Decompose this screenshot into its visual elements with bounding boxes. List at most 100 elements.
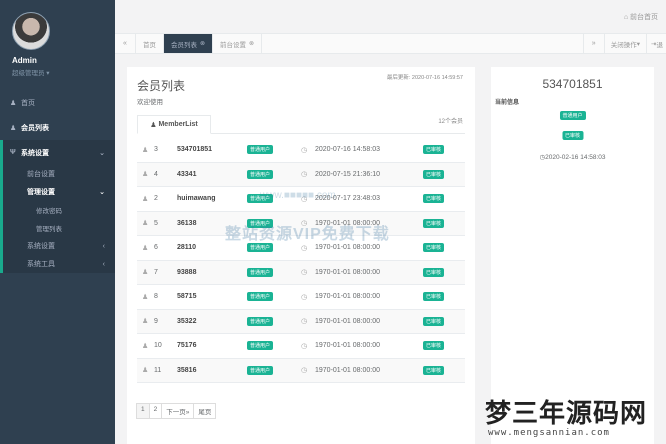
user-icon: ♟ [142, 293, 149, 301]
table-row[interactable]: ♟ 4 43341 普通用户 ◷ 2020-07-15 21:36:10 已审核 [137, 162, 465, 187]
member-id: 2 [154, 195, 158, 203]
close-operations-label: 关闭操作 [610, 41, 637, 49]
close-icon[interactable]: ⊗ [249, 40, 254, 47]
clock-icon: ◷ [301, 269, 308, 277]
status-badge[interactable]: 已审核 [423, 267, 445, 277]
status-badge[interactable]: 已审核 [423, 218, 445, 228]
member-time: 1970-01-01 08:00:00 [315, 268, 380, 276]
tab-scroll-left-button[interactable]: « [115, 34, 136, 53]
member-time: 1970-01-01 08:00:00 [315, 342, 380, 350]
member-name: 28110 [177, 244, 197, 252]
member-time: 1970-01-01 08:00:00 [315, 317, 380, 325]
table-row[interactable]: ♟ 8 58715 普通用户 ◷ 1970-01-01 08:00:00 已审核 [137, 285, 465, 310]
table-row[interactable]: ♟ 6 28110 普通用户 ◷ 1970-01-01 08:00:00 已审核 [137, 236, 465, 261]
member-time: 1970-01-01 08:00:00 [315, 244, 380, 252]
exit-button[interactable]: ⇥ 退 [646, 34, 666, 53]
member-time: 1970-01-01 08:00:00 [315, 293, 380, 301]
table-row[interactable]: ♟ 5 36138 普通用户 ◷ 1970-01-01 08:00:00 已审核 [137, 211, 465, 236]
tab-spacer [262, 34, 583, 53]
status-badge[interactable]: 已审核 [423, 145, 445, 155]
current-member-number: 534701851 [542, 77, 603, 91]
status-badge[interactable]: 已审核 [423, 169, 445, 179]
sidebar-item-admin-list[interactable]: 管理列表 [3, 219, 115, 237]
table-row[interactable]: ♟ 9 35322 普通用户 ◷ 1970-01-01 08:00:00 已审核 [137, 309, 465, 334]
member-id: 7 [154, 268, 158, 276]
member-id: 6 [154, 244, 158, 252]
profile: Admin 超级管理员 ▾ [0, 0, 115, 90]
tab-front-settings[interactable]: 前台设置 ⊗ [213, 34, 263, 53]
last-page-button[interactable]: 尾页 [193, 403, 217, 419]
sidebar-item-label: 管理设置 [27, 189, 55, 196]
close-icon[interactable]: ⊗ [200, 40, 205, 47]
sidebar-item-change-password[interactable]: 修改密码 [3, 201, 115, 219]
user-type-badge: 普通用户 [247, 292, 274, 302]
table-row[interactable]: ♟ 3 534701851 普通用户 ◷ 2020-07-16 14:58:03 已审核 [137, 138, 465, 163]
user-icon: ♟ [142, 220, 149, 228]
status-badge[interactable]: 已审核 [423, 341, 445, 351]
table-row[interactable]: ♟ 7 93888 普通用户 ◷ 1970-01-01 08:00:00 已审核 [137, 260, 465, 285]
sidebar-item-home[interactable]: ♟ 首页 [0, 90, 115, 115]
member-name: 35816 [177, 366, 197, 374]
user-type-badge: 普通用户 [247, 316, 274, 326]
page-2-button[interactable]: 2 [148, 403, 163, 419]
sidebar-item-manage-settings[interactable]: 管理设置 ⌄ [3, 183, 115, 201]
status-badge[interactable]: 已审核 [423, 365, 445, 375]
member-name: 35322 [177, 317, 197, 325]
page-subtitle: 欢迎使用 [137, 99, 163, 106]
user-icon: ♟ [142, 269, 149, 277]
clock-icon: ◷ [301, 318, 308, 326]
clock-icon: ◷ [301, 171, 308, 179]
user-icon: ♟ [150, 121, 159, 129]
member-id: 9 [154, 317, 158, 325]
user-icon: ♟ [142, 146, 149, 154]
member-name: 93888 [177, 268, 197, 276]
avatar[interactable] [12, 12, 50, 50]
member-time: 2020-07-17 23:48:03 [315, 195, 380, 203]
page-1-button[interactable]: 1 [136, 403, 150, 419]
profile-role-dropdown[interactable]: 超级管理员 ▾ [12, 67, 115, 77]
status-badge[interactable]: 已审核 [423, 292, 445, 302]
clock-icon: ◷ [301, 220, 308, 228]
user-icon: ♟ [142, 195, 149, 203]
user-icon: ♟ [142, 244, 149, 252]
sidebar-item-front-settings[interactable]: 前台设置 [3, 165, 115, 183]
front-home-link[interactable]: ⌂ 前台首页 [624, 12, 658, 22]
home-icon: ⌂ [623, 14, 629, 21]
sidebar-item-system-settings-2[interactable]: 系统设置 ‹ [3, 237, 115, 255]
front-home-label: 前台首页 [630, 14, 658, 21]
status-badge: 已审核 [561, 131, 584, 140]
sidebar-item-system-tools[interactable]: 系统工具 ‹ [3, 255, 115, 273]
tab-label: 前台设置 [220, 41, 247, 49]
tab-home[interactable]: 首页 [136, 34, 164, 53]
clock-icon: ◷ [301, 244, 308, 252]
sidebar-item-label: 系统工具 [27, 261, 55, 268]
last-update-text: 最后更新: 2020-07-16 14:59:57 [386, 75, 463, 81]
user-type-badge: 普通用户 [247, 145, 274, 155]
member-time: 2020-07-15 21:36:10 [315, 170, 380, 178]
sidebar-nav: ♟ 首页 ♟ 会员列表 Ψ 系统设置 ⌄ [0, 90, 115, 165]
member-list-panel: 会员列表 欢迎使用 最后更新: 2020-07-16 14:59:57 ♟ Me… [127, 67, 475, 444]
current-info-panel: 534701851 当前信息 普通用户 已审核 ◷2020-02-16 14:5… [491, 67, 654, 444]
user-type-badge: 普通用户 [247, 218, 274, 228]
close-operations-dropdown[interactable]: 关闭操作 ▾ [603, 34, 646, 53]
chevron-left-icon: ‹ [102, 260, 105, 268]
chevron-down-icon: ⌄ [99, 149, 105, 157]
tab-member-list[interactable]: 会员列表 ⊗ [164, 34, 214, 53]
next-page-button[interactable]: 下一页» [161, 403, 195, 419]
cutlery-icon: Ψ [10, 149, 16, 156]
pagination: 1 2 下一页» 尾页 [136, 403, 217, 419]
sidebar-item-system-settings[interactable]: Ψ 系统设置 ⌄ [0, 140, 115, 165]
status-badge[interactable]: 已审核 [423, 194, 445, 204]
tab-member-list-inner[interactable]: ♟ MemberList [137, 115, 211, 134]
clock-icon: ◷ [301, 293, 308, 301]
table-row[interactable]: ♟ 2 huimawang 普通用户 ◷ 2020-07-17 23:48:03 已审核 [137, 187, 465, 212]
table-row[interactable]: ♟ 10 75176 普通用户 ◷ 1970-01-01 08:00:00 已审核 [137, 334, 465, 359]
status-badge[interactable]: 已审核 [423, 243, 445, 253]
tab-scroll-right-button[interactable]: » [582, 34, 604, 53]
table-row[interactable]: ♟ 11 35816 普通用户 ◷ 1970-01-01 08:00:00 已审核 [137, 358, 465, 383]
clock-icon: ◷ [301, 342, 308, 350]
sidebar-item-members[interactable]: ♟ 会员列表 [0, 115, 115, 140]
sidebar-item-label: 系统设置 [21, 149, 49, 157]
user-type-badge: 普通用户 [247, 243, 274, 253]
status-badge[interactable]: 已审核 [423, 316, 445, 326]
